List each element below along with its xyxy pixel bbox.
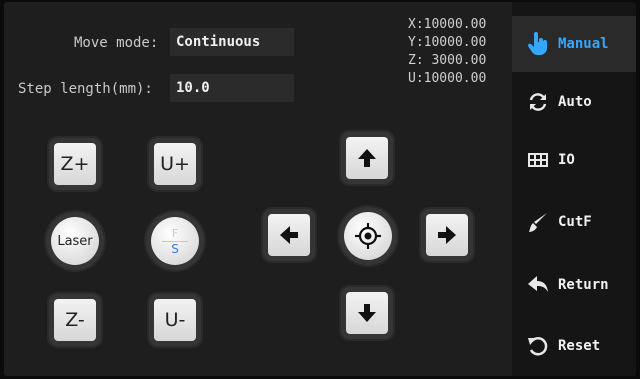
arrow-up-icon	[358, 149, 376, 167]
sidebar-item-cutf[interactable]: CutF	[512, 194, 636, 250]
fast-label: F	[171, 226, 179, 240]
arrow-left-icon	[280, 226, 298, 244]
hand-pointer-icon	[524, 30, 552, 58]
reset-icon	[524, 332, 552, 360]
sidebar-item-label: Auto	[558, 94, 592, 110]
refresh-icon	[524, 88, 552, 116]
sidebar: Manual Auto IO CutF Return Reset	[512, 2, 636, 376]
sidebar-item-manual[interactable]: Manual	[512, 16, 636, 72]
step-length-field[interactable]: 10.0	[170, 74, 294, 102]
x-coordinate: X:10000.00	[408, 17, 487, 32]
up-button[interactable]	[346, 137, 388, 179]
arrow-right-icon	[438, 226, 456, 244]
u-coordinate: U:10000.00	[408, 71, 487, 86]
u-plus-button[interactable]: U+	[154, 143, 196, 185]
move-mode-label: Move mode:	[74, 35, 159, 51]
grid-icon	[524, 146, 552, 174]
u-minus-button[interactable]: U-	[154, 299, 196, 341]
z-coordinate: Z: 3000.00	[408, 53, 487, 68]
sidebar-item-label: Reset	[558, 338, 601, 354]
brush-icon	[524, 208, 552, 236]
move-mode-field[interactable]: Continuous	[170, 28, 294, 56]
crosshair-icon	[355, 223, 381, 249]
sidebar-item-label: Return	[558, 277, 609, 293]
arrow-down-icon	[358, 304, 376, 322]
y-coordinate: Y:10000.00	[408, 35, 487, 50]
z-minus-button[interactable]: Z-	[54, 299, 96, 341]
left-button[interactable]	[268, 214, 310, 256]
sidebar-item-label: IO	[558, 152, 575, 168]
down-button[interactable]	[346, 292, 388, 334]
fast-slow-toggle[interactable]: F S	[151, 217, 199, 265]
sidebar-item-label: Manual	[558, 36, 609, 52]
sidebar-item-reset[interactable]: Reset	[512, 318, 636, 374]
slow-label: S	[171, 241, 179, 256]
manual-screen: Move mode: Continuous Step length(mm): 1…	[4, 2, 636, 376]
right-button[interactable]	[426, 214, 468, 256]
sidebar-item-label: CutF	[558, 214, 592, 230]
step-length-label: Step length(mm):	[18, 81, 153, 97]
coordinate-readout: X:10000.00 Y:10000.00 Z: 3000.00 U:10000…	[408, 16, 486, 88]
sidebar-item-auto[interactable]: Auto	[512, 74, 636, 130]
sidebar-item-io[interactable]: IO	[512, 132, 636, 188]
sidebar-item-return[interactable]: Return	[512, 257, 636, 313]
z-plus-button[interactable]: Z+	[54, 143, 96, 185]
laser-button[interactable]: Laser	[51, 217, 99, 265]
center-home-button[interactable]	[344, 212, 392, 260]
return-arrow-icon	[524, 271, 552, 299]
